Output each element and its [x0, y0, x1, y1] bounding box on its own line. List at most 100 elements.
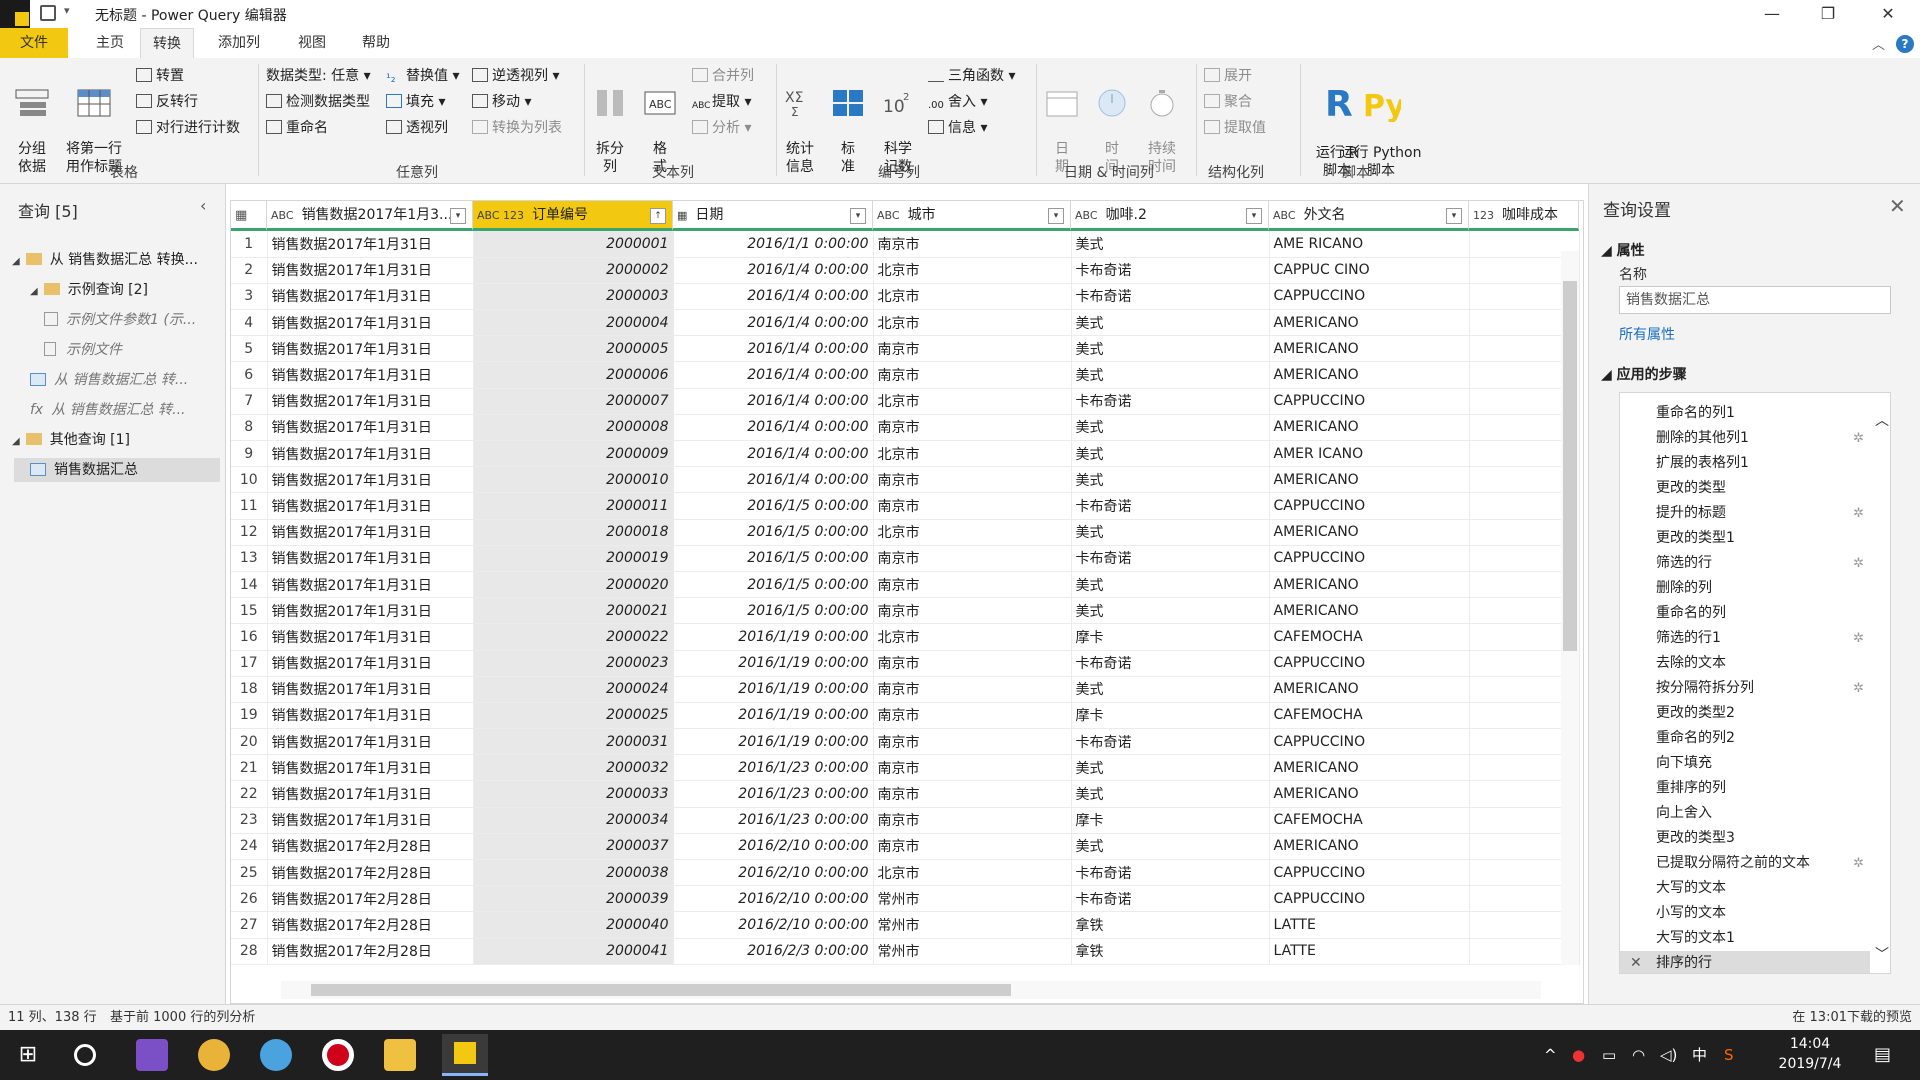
date-button[interactable]: 日 期 [1042, 70, 1082, 176]
steps-scroll-down-icon[interactable]: ﹀ [1875, 944, 1889, 964]
table-cell[interactable]: AMERICANO [1269, 597, 1470, 625]
table-cell[interactable]: 2000039 [473, 885, 674, 913]
column-header[interactable]: ABC 外文名 ▾ [1269, 201, 1469, 231]
step-settings-gear-icon[interactable]: ✲ [1853, 551, 1864, 576]
table-cell[interactable]: CAPPUCCINO [1269, 545, 1470, 572]
extract-values-button[interactable]: 提取值 [1204, 118, 1266, 138]
table-cell[interactable]: 销售数据2017年1月31日 [267, 754, 474, 782]
table-cell[interactable]: AMERICANO [1269, 833, 1470, 861]
horizontal-scroll-thumb[interactable] [311, 984, 1011, 996]
table-cell[interactable]: 南京市 [873, 414, 1072, 442]
table-cell[interactable]: 2000002 [473, 257, 674, 284]
rename-button[interactable]: 重命名 [266, 118, 328, 138]
all-properties-link[interactable]: 所有属性 [1619, 324, 1675, 344]
table-cell[interactable]: 2016/1/4 0:00:00 [673, 440, 874, 468]
steps-scroll-up-icon[interactable]: ︿ [1875, 410, 1889, 430]
table-row[interactable]: 9 销售数据2017年1月31日 2000009 2016/1/4 0:00:00 北京… [231, 440, 1580, 468]
table-cell[interactable]: 美式 [1071, 414, 1270, 442]
table-cell[interactable]: 2000019 [473, 545, 674, 572]
table-cell[interactable]: 2016/1/5 0:00:00 [673, 519, 874, 546]
table-row[interactable]: 26 销售数据2017年2月28日 2000039 2016/2/10 0:00:00… [231, 885, 1580, 913]
table-cell[interactable]: 美式 [1071, 335, 1270, 363]
table-cell[interactable]: 拿铁 [1071, 938, 1270, 965]
applied-step[interactable]: 删除的列 [1620, 576, 1870, 601]
column-filter-icon[interactable]: ▾ [450, 208, 466, 224]
aggregate-button[interactable]: 聚合 [1204, 92, 1252, 112]
time-button[interactable]: 时 间 [1092, 70, 1132, 176]
table-row[interactable]: 16 销售数据2017年1月31日 2000022 2016/1/19 0:00:00… [231, 623, 1580, 651]
table-cell[interactable]: AMER ICANO [1269, 440, 1470, 468]
table-cell[interactable]: 销售数据2017年1月31日 [267, 519, 474, 546]
table-cell[interactable]: 摩卡 [1071, 623, 1270, 651]
table-cell[interactable]: 销售数据2017年1月31日 [267, 388, 474, 415]
applied-step[interactable]: 重排序的列 [1620, 776, 1870, 801]
table-cell[interactable]: 2000005 [473, 335, 674, 363]
split-column-button[interactable]: 拆分 列 [590, 70, 630, 176]
table-cell[interactable]: 2000031 [473, 728, 674, 756]
query-item[interactable]: ◢ 示例查询 [2] [30, 278, 148, 302]
table-cell[interactable]: 2000022 [473, 623, 674, 651]
column-filter-icon[interactable]: ▾ [1446, 208, 1462, 224]
applied-step[interactable]: 筛选的行 ✲ [1620, 551, 1870, 576]
table-cell[interactable]: 2016/1/19 0:00:00 [673, 728, 874, 756]
table-cell[interactable]: 卡布奇诺 [1071, 545, 1270, 572]
applied-step[interactable]: 重命名的列1 [1620, 401, 1870, 426]
save-icon[interactable] [40, 5, 56, 21]
table-cell[interactable]: 北京市 [873, 257, 1072, 284]
tray-chevron-icon[interactable]: ^ [1544, 1030, 1557, 1080]
table-cell[interactable]: 销售数据2017年1月31日 [267, 414, 474, 442]
table-cell[interactable]: 美式 [1071, 597, 1270, 625]
table-row[interactable]: 11 销售数据2017年1月31日 2000011 2016/1/5 0:00:00 南… [231, 492, 1580, 520]
table-cell[interactable]: 南京市 [873, 676, 1072, 703]
table-cell[interactable]: 销售数据2017年1月31日 [267, 702, 474, 730]
table-cell[interactable]: 北京市 [873, 623, 1072, 651]
table-cell[interactable]: 销售数据2017年1月31日 [267, 335, 474, 363]
table-cell[interactable]: 卡布奇诺 [1071, 492, 1270, 520]
table-cell[interactable]: 2016/1/5 0:00:00 [673, 597, 874, 625]
table-cell[interactable]: 北京市 [873, 283, 1072, 311]
table-cell[interactable]: 南京市 [873, 780, 1072, 808]
table-cell[interactable]: 2016/1/5 0:00:00 [673, 571, 874, 599]
table-cell[interactable]: 2000037 [473, 833, 674, 861]
table-cell[interactable]: CAPPUCCINO [1269, 650, 1470, 677]
restore-button[interactable]: ❐ [1804, 2, 1852, 26]
query-item[interactable]: 示例文件参数1 (示... [44, 308, 196, 332]
windows-start-icon[interactable]: ⊞ [12, 1039, 44, 1071]
table-cell[interactable]: AMERICANO [1269, 676, 1470, 703]
table-cell[interactable]: 2000021 [473, 597, 674, 625]
table-row[interactable]: 2 销售数据2017年1月31日 2000002 2016/1/4 0:00:00 北京… [231, 257, 1580, 284]
applied-step[interactable]: 重命名的列2 [1620, 726, 1870, 751]
column-filter-icon[interactable]: ▾ [1246, 208, 1262, 224]
table-cell[interactable]: 美式 [1071, 571, 1270, 599]
table-cell[interactable]: 销售数据2017年1月31日 [267, 650, 474, 677]
replace-values-button[interactable]: ¹₂ 替换值 ▾ [386, 66, 459, 86]
profiling-status[interactable]: 基于前 1000 行的列分析 [110, 1005, 255, 1031]
column-filter-icon[interactable]: ▾ [850, 208, 866, 224]
transpose-button[interactable]: 转置 [136, 66, 184, 86]
applied-step[interactable]: 向上舍入 [1620, 801, 1870, 826]
table-cell[interactable]: 2000038 [473, 859, 674, 887]
table-cell[interactable]: 常州市 [873, 885, 1072, 913]
vertical-scrollbar[interactable] [1561, 251, 1579, 965]
applied-step[interactable]: 删除的其他列1 ✲ [1620, 426, 1870, 451]
data-type-dropdown[interactable]: 数据类型: 任意 ▾ [266, 66, 371, 86]
app-icon[interactable] [260, 1039, 292, 1071]
table-row[interactable]: 14 销售数据2017年1月31日 2000020 2016/1/5 0:00:00 南… [231, 571, 1580, 599]
table-cell[interactable]: 销售数据2017年1月31日 [267, 728, 474, 756]
table-cell[interactable]: 2000010 [473, 466, 674, 494]
table-cell[interactable]: 北京市 [873, 309, 1072, 337]
move-button[interactable]: 移动 ▾ [472, 92, 531, 112]
table-cell[interactable]: 摩卡 [1071, 702, 1270, 730]
table-cell[interactable]: 南京市 [873, 597, 1072, 625]
table-row[interactable]: 23 销售数据2017年1月31日 2000034 2016/1/23 0:00:00… [231, 807, 1580, 834]
table-cell[interactable]: CAFEMOCHA [1269, 623, 1470, 651]
table-cell[interactable]: AMERICANO [1269, 414, 1470, 442]
table-cell[interactable]: 销售数据2017年1月31日 [267, 571, 474, 599]
applied-step[interactable]: 更改的类型3 [1620, 826, 1870, 851]
query-item[interactable]: 从 销售数据汇总 转... [30, 368, 188, 392]
chrome-icon[interactable] [198, 1039, 230, 1071]
applied-step[interactable]: ✕ 排序的行 [1620, 951, 1870, 973]
column-header[interactable]: ABC 销售数据2017年1月3... ▾ [267, 201, 473, 231]
table-cell[interactable]: 销售数据2017年1月31日 [267, 623, 474, 651]
table-row[interactable]: 6 销售数据2017年1月31日 2000006 2016/1/4 0:00:00 南京… [231, 361, 1580, 389]
